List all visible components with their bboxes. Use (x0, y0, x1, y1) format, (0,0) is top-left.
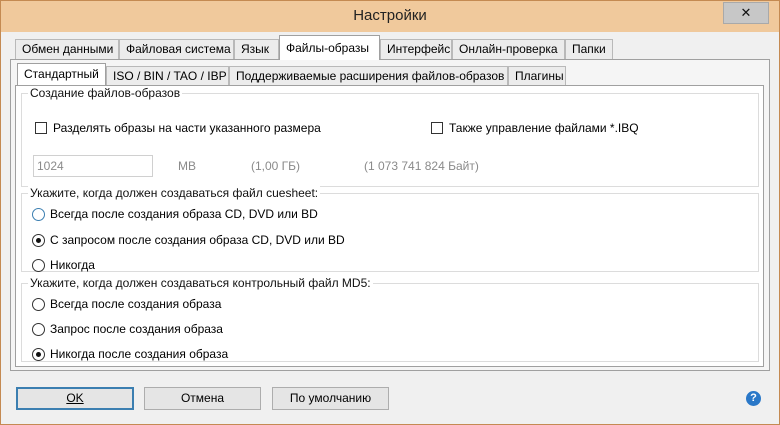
tab-label: Файловая система (126, 42, 231, 56)
help-icon[interactable]: ? (746, 391, 761, 406)
cancel-button[interactable]: Отмена (144, 387, 261, 410)
tab-label: Папки (572, 42, 606, 56)
close-icon: ✕ (740, 5, 752, 20)
group-title: Создание файлов-образов (28, 86, 183, 100)
tab-label: Поддерживаемые расширения файлов-образов (236, 69, 505, 83)
cue-ask-radio[interactable] (32, 234, 45, 247)
group-cuesheet: Укажите, когда должен создаваться файл c… (21, 186, 759, 272)
tab-data-exchange[interactable]: Обмен данными (15, 39, 119, 59)
tab-folders[interactable]: Папки (565, 39, 613, 59)
ibq-label: Также управление файлами *.IBQ (449, 121, 639, 135)
tab-image-files[interactable]: Файлы-образы (279, 35, 380, 60)
md5-always-radio[interactable] (32, 298, 45, 311)
help-glyph: ? (750, 392, 757, 404)
tab-label: Интерфейс (387, 42, 451, 56)
tab-label: ISO / BIN / TAO / IBP (113, 69, 227, 83)
subtab-plugins[interactable]: Плагины (508, 66, 566, 86)
tab-label: Файлы-образы (286, 41, 370, 55)
tab-label: Язык (241, 42, 270, 56)
group-title: Укажите, когда должен создаваться файл c… (28, 186, 321, 200)
cancel-label: Отмена (180, 391, 225, 405)
size-unit: MB (178, 159, 196, 173)
tab-label: Обмен данными (22, 42, 114, 56)
subtab-standard[interactable]: Стандартный (17, 63, 106, 85)
tab-label: Плагины (515, 69, 564, 83)
md5-never-radio[interactable] (32, 348, 45, 361)
cue-always-label: Всегда после создания образа CD, DVD или… (50, 207, 318, 221)
size-bytes: (1 073 741 824 Байт) (364, 159, 479, 173)
tab-interface[interactable]: Интерфейс (380, 39, 452, 59)
md5-ask-radio[interactable] (32, 323, 45, 336)
cue-ask-label: С запросом после создания образа CD, DVD… (50, 233, 345, 247)
ok-label: OK (66, 391, 84, 405)
subtab-iso-bin[interactable]: ISO / BIN / TAO / IBP (106, 66, 229, 86)
md5-always-label: Всегда после создания образа (50, 297, 222, 311)
ibq-checkbox[interactable] (431, 122, 443, 134)
inner-tab-panel: Создание файлов-образов Разделять образы… (15, 85, 764, 367)
split-checkbox[interactable] (35, 122, 47, 134)
md5-never-label: Никогда после создания образа (50, 347, 229, 361)
close-button[interactable]: ✕ (723, 2, 769, 24)
window-title: Настройки (353, 7, 427, 24)
cue-never-label: Никогда (50, 258, 95, 272)
subtab-extensions[interactable]: Поддерживаемые расширения файлов-образов (229, 66, 508, 86)
tab-file-system[interactable]: Файловая система (119, 39, 234, 59)
tab-language[interactable]: Язык (234, 39, 279, 59)
cue-always-radio[interactable] (32, 208, 45, 221)
settings-window: Настройки ✕ Обмен данными Файловая систе… (0, 0, 780, 425)
group-image-creation: Создание файлов-образов Разделять образы… (21, 86, 759, 187)
title-bar[interactable]: Настройки ✕ (1, 1, 779, 32)
dialog-body: Обмен данными Файловая система Язык Файл… (7, 32, 773, 418)
split-size-input[interactable]: 1024 (33, 155, 153, 177)
cue-never-radio[interactable] (32, 259, 45, 272)
md5-ask-label: Запрос после создания образа (50, 322, 223, 336)
tab-label: Стандартный (24, 67, 99, 81)
group-title: Укажите, когда должен создаваться контро… (28, 276, 373, 290)
defaults-label: По умолчанию (289, 391, 372, 405)
defaults-button[interactable]: По умолчанию (272, 387, 389, 410)
size-gb: (1,00 ГБ) (251, 159, 301, 173)
split-label: Разделять образы на части указанного раз… (53, 121, 321, 135)
ok-button[interactable]: OK (16, 387, 134, 410)
tab-online-check[interactable]: Онлайн-проверка (452, 39, 565, 59)
tab-label: Онлайн-проверка (459, 42, 558, 56)
group-md5: Укажите, когда должен создаваться контро… (21, 276, 759, 362)
